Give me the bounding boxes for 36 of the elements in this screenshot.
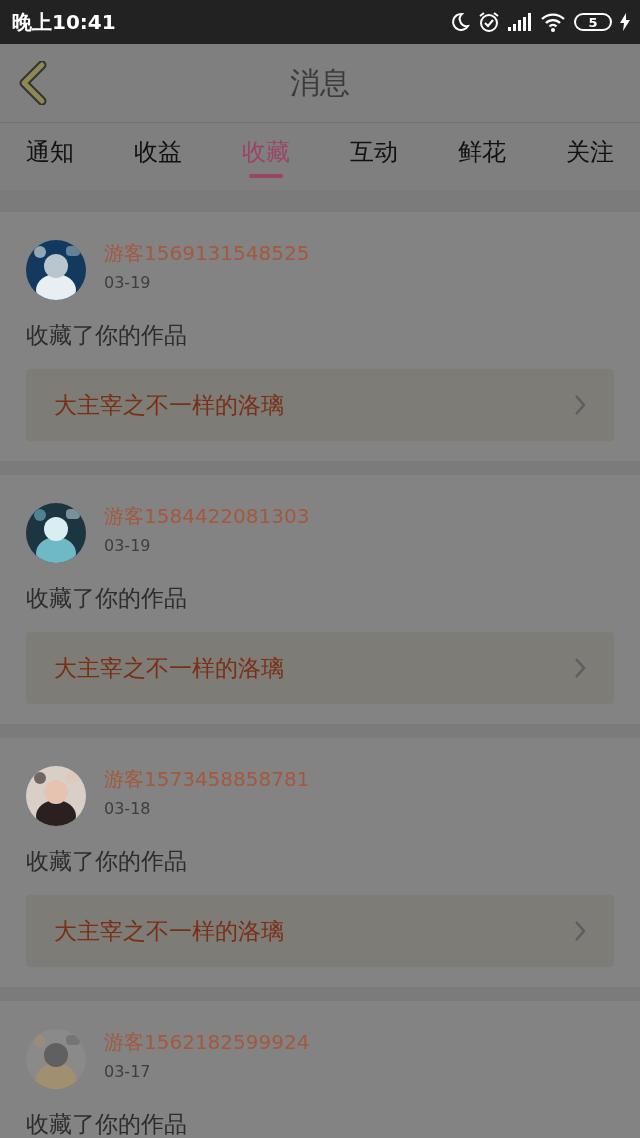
alarm-icon: [478, 11, 500, 33]
tab[interactable]: 收藏: [242, 123, 290, 190]
tab[interactable]: 关注: [566, 123, 614, 190]
charging-icon: [620, 13, 630, 31]
chevron-right-icon: [574, 394, 586, 416]
message-date: 03-17: [104, 1062, 152, 1081]
user-name[interactable]: 游客1569131548525: [104, 240, 310, 267]
message-text: 收藏了你的作品: [26, 847, 188, 876]
signal-icon: [508, 13, 532, 31]
message-date: 03-19: [104, 536, 152, 555]
message-text: 收藏了你的作品: [26, 321, 188, 350]
work-link[interactable]: 大主宰之不一样的洛璃: [26, 895, 614, 967]
tab[interactable]: 互动: [350, 123, 398, 190]
chevron-right-icon: [574, 657, 586, 679]
moon-icon: [450, 12, 470, 32]
user-name[interactable]: 游客1584422081303: [104, 503, 310, 530]
tab[interactable]: 通知: [26, 123, 74, 190]
chevron-right-icon: [574, 920, 586, 942]
user-name[interactable]: 游客1573458858781: [104, 766, 310, 793]
battery-level: 5: [574, 13, 612, 31]
wifi-icon: [540, 12, 566, 32]
work-title: 大主宰之不一样的洛璃: [54, 390, 284, 420]
message-date: 03-18: [104, 799, 152, 818]
work-link[interactable]: 大主宰之不一样的洛璃: [26, 632, 614, 704]
tab[interactable]: 鲜花: [458, 123, 506, 190]
user-name[interactable]: 游客1562182599924: [104, 1029, 310, 1056]
back-icon[interactable]: [18, 61, 48, 105]
tab[interactable]: 收益: [134, 123, 182, 190]
work-link[interactable]: 大主宰之不一样的洛璃: [26, 369, 614, 441]
status-time: 晚上10:41: [12, 8, 116, 36]
work-title: 大主宰之不一样的洛璃: [54, 916, 284, 946]
page-title: 消息: [290, 63, 350, 102]
work-title: 大主宰之不一样的洛璃: [54, 653, 284, 683]
message-text: 收藏了你的作品: [26, 584, 188, 613]
message-text: 收藏了你的作品: [26, 1110, 188, 1138]
message-date: 03-19: [104, 273, 152, 292]
